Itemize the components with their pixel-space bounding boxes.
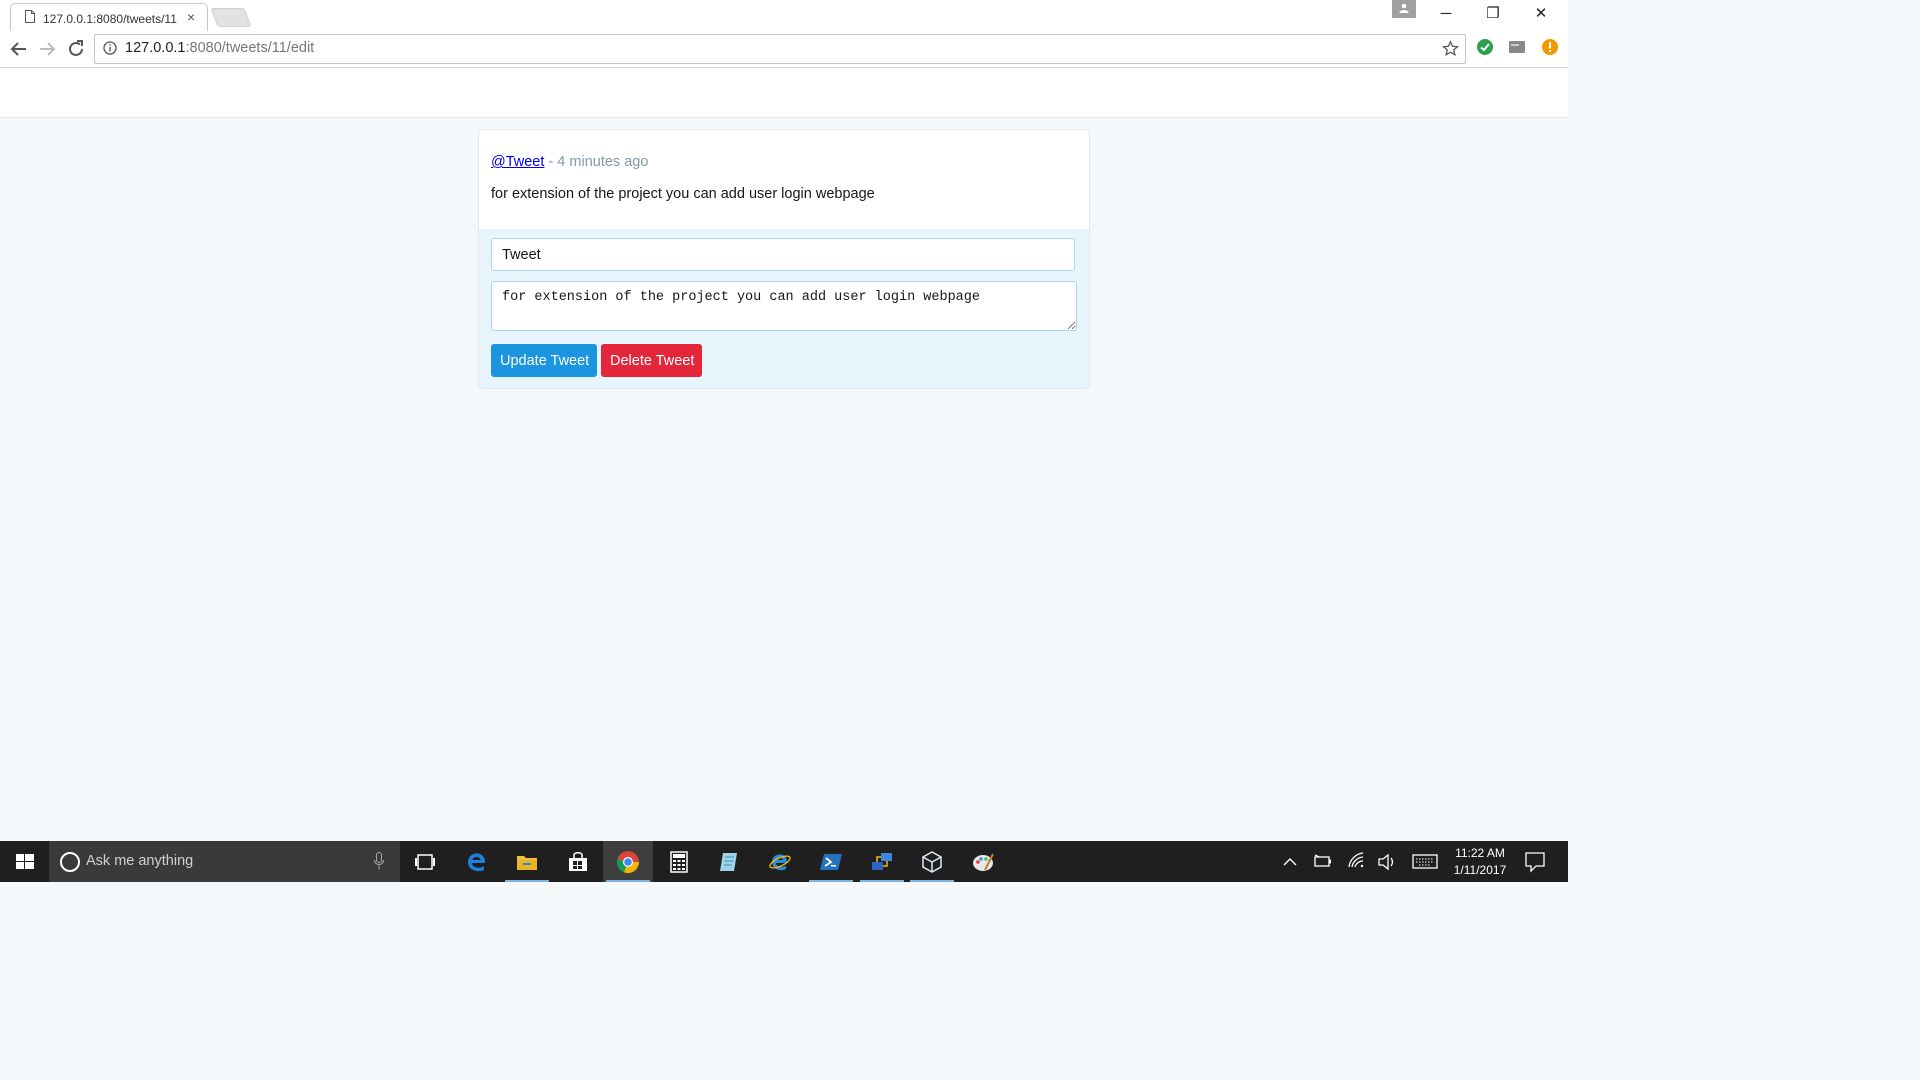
- info-icon[interactable]: [103, 41, 117, 55]
- minimize-icon[interactable]: ─: [1423, 0, 1469, 30]
- clock-time: 11:22 AM: [1455, 846, 1505, 860]
- file-explorer-icon[interactable]: [502, 841, 552, 882]
- edit-form: for extension of the project you can add…: [479, 229, 1089, 388]
- delete-tweet-button[interactable]: Delete Tweet: [601, 344, 702, 377]
- tweet-separator: -: [544, 154, 558, 170]
- show-hidden-icons-chevron-icon[interactable]: [1280, 841, 1300, 882]
- extension-card-icon[interactable]: [1508, 38, 1526, 56]
- system-clock[interactable]: 11:22 AM 1/11/2017: [1440, 845, 1520, 879]
- tab-close-icon[interactable]: ×: [187, 9, 195, 25]
- volume-icon[interactable]: [1376, 841, 1398, 882]
- windows-start-icon[interactable]: [0, 841, 49, 882]
- restore-icon[interactable]: ❐: [1470, 0, 1516, 30]
- forward-arrow-icon[interactable]: [35, 37, 59, 61]
- edge-browser-icon[interactable]: [452, 841, 502, 882]
- browser-toolbar: 127.0.0.1:8080/tweets/11/edit: [0, 31, 1568, 68]
- wifi-icon[interactable]: [1346, 841, 1368, 882]
- close-icon[interactable]: ✕: [1518, 0, 1564, 30]
- back-arrow-icon[interactable]: [7, 37, 31, 61]
- search-placeholder: Ask me anything: [86, 853, 194, 869]
- notepad-icon[interactable]: [704, 841, 754, 882]
- url-path: :8080/tweets/11/edit: [185, 40, 315, 56]
- cortana-search-box[interactable]: Ask me anything: [49, 841, 400, 882]
- url-text[interactable]: 127.0.0.1:8080/tweets/11/edit: [125, 40, 314, 56]
- virtualbox-icon[interactable]: [907, 841, 957, 882]
- browser-tab-bar: 127.0.0.1:8080/tweets/11 × ─ ❐ ✕: [0, 0, 1568, 32]
- reload-icon[interactable]: [64, 37, 88, 61]
- new-tab-button[interactable]: [210, 8, 252, 27]
- internet-explorer-icon[interactable]: [755, 841, 805, 882]
- tweet-body-textarea[interactable]: for extension of the project you can add…: [491, 281, 1077, 331]
- extension-check-icon[interactable]: [1476, 38, 1494, 56]
- profile-icon[interactable]: [1392, 0, 1416, 18]
- bookmark-star-icon[interactable]: [1442, 40, 1459, 57]
- calculator-icon[interactable]: [654, 841, 704, 882]
- cortana-icon: [60, 852, 80, 872]
- page-icon: [25, 10, 35, 23]
- tweet-meta: @Tweet - 4 minutes ago: [491, 154, 648, 170]
- tweet-timestamp: 4 minutes ago: [557, 154, 649, 170]
- task-view-icon[interactable]: [400, 841, 450, 882]
- keyboard-icon[interactable]: [1410, 841, 1440, 882]
- powershell-icon[interactable]: [806, 841, 856, 882]
- tweet-card: @Tweet - 4 minutes ago for extension of …: [478, 129, 1090, 389]
- store-icon[interactable]: [553, 841, 603, 882]
- url-host: 127.0.0.1: [125, 40, 186, 56]
- paint-icon[interactable]: [958, 841, 1008, 882]
- browser-tab[interactable]: 127.0.0.1:8080/tweets/11 ×: [10, 3, 208, 32]
- tab-title: 127.0.0.1:8080/tweets/11: [43, 12, 177, 26]
- address-bar[interactable]: 127.0.0.1:8080/tweets/11/edit: [94, 34, 1466, 64]
- microphone-icon[interactable]: [374, 852, 384, 870]
- battery-icon[interactable]: [1312, 841, 1334, 882]
- update-tweet-button[interactable]: Update Tweet: [491, 344, 597, 377]
- site-header: [0, 68, 1568, 118]
- clock-date: 1/11/2017: [1453, 863, 1507, 877]
- tweet-handle-link[interactable]: @Tweet: [491, 154, 544, 170]
- tweet-text: for extension of the project you can add…: [491, 186, 875, 202]
- extension-alert-icon[interactable]: [1541, 38, 1559, 56]
- network-app-icon[interactable]: [857, 841, 907, 882]
- taskbar: Ask me anything 11:22 AM 1/11/2017: [0, 841, 1568, 882]
- chrome-icon[interactable]: [603, 841, 653, 882]
- tweet-name-input[interactable]: [491, 238, 1075, 271]
- action-center-icon[interactable]: [1522, 841, 1548, 882]
